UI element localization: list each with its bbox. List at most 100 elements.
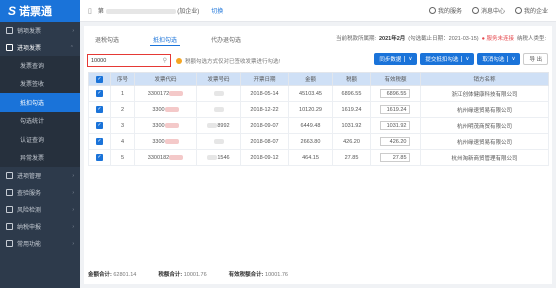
- cell-number: 8992: [196, 117, 241, 134]
- header-code: 发票代码: [134, 72, 197, 86]
- action-buttons: 同步数据 ∨ 提交抵扣勾选 ∨ 取消勾选 ∨ 导 出: [374, 53, 548, 65]
- cell-code: 3300: [134, 101, 197, 118]
- sidebar-submenu: 发票查询 发票签收 抵扣勾选 勾选统计 认证查询 异常发票: [0, 56, 80, 167]
- cell-amount: 464.15: [288, 149, 333, 166]
- logo-icon: S: [8, 4, 17, 18]
- header-no: 序号: [110, 72, 135, 86]
- total-eff-label: 有效税额合计:: [228, 272, 264, 278]
- checkbox-checked-icon[interactable]: ✓: [96, 90, 103, 97]
- sidebar: S 诺票通 销项发票 › 进项发票 ⌃ 发票查询 发票签收 抵扣勾选 勾选统计 …: [0, 0, 80, 288]
- header-tax: 税额: [332, 72, 371, 86]
- sidebar-item-auth-query[interactable]: 认证查询: [0, 130, 80, 149]
- chevron-right-icon: ›: [72, 240, 74, 247]
- cell-tax: 27.85: [332, 149, 371, 166]
- my-service-label: 我的服务: [437, 9, 462, 15]
- taxpayer-type: 纳税人类型:: [516, 36, 546, 42]
- chevron-right-icon: ›: [72, 206, 74, 213]
- cell-date: 2018-09-07: [240, 117, 289, 134]
- effective-tax-input[interactable]: 6896.55: [379, 89, 410, 98]
- cell-amount: 2663.80: [288, 133, 333, 150]
- row-checkbox[interactable]: ✓: [88, 133, 111, 150]
- tab-deduction-check[interactable]: 抵扣勾选: [150, 31, 181, 46]
- redacted-text: [164, 106, 179, 112]
- sidebar-item-abnormal-invoice[interactable]: 异常发票: [0, 149, 80, 168]
- checkbox-checked-icon[interactable]: ✓: [96, 138, 103, 145]
- sidebar-item-tax-report[interactable]: 纳税申报 ›: [0, 218, 80, 235]
- sidebar-item-label: 认证查询: [20, 137, 45, 144]
- submit-label: 提交抵扣勾选: [425, 57, 459, 63]
- table-row[interactable]: ✓ 3 3300 8992 2018-09-07 6449.48 1031.92 1031.9…: [88, 117, 549, 134]
- row-checkbox[interactable]: ✓: [88, 149, 111, 166]
- row-checkbox[interactable]: ✓: [88, 101, 111, 118]
- cell-no: 2: [110, 101, 135, 118]
- dropdown-icon[interactable]: ∨: [404, 56, 412, 62]
- total-tax: 税额合计: 10001.76: [158, 270, 206, 278]
- sidebar-nav: 销项发票 › 进项发票 ⌃ 发票查询 发票签收 抵扣勾选 勾选统计 认证查询 异…: [0, 22, 80, 252]
- sidebar-item-invoice-sign[interactable]: 发票签收: [0, 75, 80, 94]
- invoice-code-input[interactable]: [91, 57, 161, 64]
- export-button[interactable]: 导 出: [523, 53, 548, 65]
- total-amount: 金额合计: 62801.14: [88, 270, 136, 278]
- sidebar-item-check-stats[interactable]: 勾选统计: [0, 112, 80, 131]
- sync-label: 同步数据: [379, 57, 402, 63]
- sidebar-item-input-invoice[interactable]: 进项发票 ⌃: [0, 39, 80, 56]
- chevron-right-icon: ›: [72, 189, 74, 196]
- cell-seller: 杭州淘新商贸管理有限公司: [420, 149, 549, 166]
- sidebar-item-verify-service[interactable]: 查验服务 ›: [0, 184, 80, 201]
- total-amount-value: 62801.14: [113, 272, 137, 278]
- cell-tax: 1031.92: [332, 117, 371, 134]
- sidebar-item-label: 销项发票: [17, 29, 42, 35]
- sidebar-item-deduction-check[interactable]: 抵扣勾选: [0, 93, 80, 112]
- sidebar-item-risk-check[interactable]: 风险检测 ›: [0, 201, 80, 218]
- cell-seller: 杭州明茂商贸有限公司: [420, 117, 549, 134]
- switch-company-link[interactable]: 切换: [211, 6, 223, 15]
- my-company-label: 我的企业: [523, 9, 548, 15]
- sidebar-item-common[interactable]: 常用功能 ›: [0, 235, 80, 252]
- cancel-check-button[interactable]: 取消勾选 ∨: [477, 53, 521, 65]
- company-name: 第 (加企业): [98, 6, 199, 15]
- my-company-button[interactable]: 我的企业: [514, 6, 548, 15]
- dropdown-icon[interactable]: ∨: [507, 56, 515, 62]
- hint-text: 税额勾选方式仅对已签收发票进行勾选!: [185, 59, 281, 65]
- effective-tax-input[interactable]: 27.85: [379, 153, 410, 162]
- sidebar-item-input-manage[interactable]: 进项管理 ›: [0, 167, 80, 184]
- table-row[interactable]: ✓ 2 3300 2018-12-22 10120.29 1619.24 1619.24 杭州…: [88, 101, 549, 118]
- redacted-text: [213, 90, 224, 96]
- row-checkbox[interactable]: ✓: [88, 117, 111, 134]
- table-row[interactable]: ✓ 1 3300172 2018-05-14 45103.45 6896.55 6896.5…: [88, 85, 549, 102]
- messages-button[interactable]: 消息中心: [471, 6, 505, 15]
- common-icon: [6, 240, 13, 247]
- checkbox-checked-icon[interactable]: ✓: [96, 75, 103, 83]
- checkbox-checked-icon[interactable]: ✓: [96, 154, 103, 161]
- cell-amount: 10120.29: [288, 101, 333, 118]
- redacted-text: [169, 90, 184, 96]
- my-service-button[interactable]: 我的服务: [428, 6, 462, 15]
- table-header-row: ✓ 序号 发票代码 发票号码 开票日期 金额 税额 有效税额 销方名称: [88, 72, 549, 86]
- period-value: 2021年2月: [379, 36, 406, 42]
- app-logo[interactable]: S 诺票通: [0, 0, 80, 22]
- effective-tax-input[interactable]: 426.20: [379, 137, 410, 146]
- service-icon: [428, 7, 436, 14]
- table-row[interactable]: ✓ 4 3300 2018-08-07 2663.80 426.20 426.20 杭州缘速贸…: [88, 133, 549, 150]
- tab-refund-check[interactable]: 退税勾选: [92, 31, 122, 46]
- checkbox-checked-icon[interactable]: ✓: [96, 106, 103, 113]
- table-row[interactable]: ✓ 5 3300182 1546 2018-09-12 464.15 27.85 27.85 杭…: [88, 149, 549, 166]
- tax-icon: [6, 223, 13, 230]
- effective-tax-input[interactable]: 1619.24: [379, 105, 410, 114]
- verify-icon: [6, 189, 13, 196]
- header-number: 发票号码: [196, 72, 241, 86]
- tab-agent-refund-check[interactable]: 代办退勾选: [208, 31, 244, 46]
- top-actions: 我的服务 消息中心 我的企业: [428, 6, 548, 15]
- submit-check-button[interactable]: 提交抵扣勾选 ∨: [420, 53, 475, 65]
- effective-tax-input[interactable]: 1031.92: [379, 121, 410, 130]
- cell-no: 1: [110, 85, 135, 102]
- checkbox-checked-icon[interactable]: ✓: [96, 122, 103, 129]
- dropdown-icon[interactable]: ∨: [461, 56, 469, 62]
- redacted-text: [213, 106, 224, 112]
- select-all-header[interactable]: ✓: [88, 72, 111, 86]
- search-icon[interactable]: ⚲: [163, 57, 167, 64]
- sidebar-item-sales-invoice[interactable]: 销项发票 ›: [0, 22, 80, 39]
- sync-data-button[interactable]: 同步数据 ∨: [374, 53, 418, 65]
- row-checkbox[interactable]: ✓: [88, 85, 111, 102]
- sidebar-item-invoice-query[interactable]: 发票查询: [0, 56, 80, 75]
